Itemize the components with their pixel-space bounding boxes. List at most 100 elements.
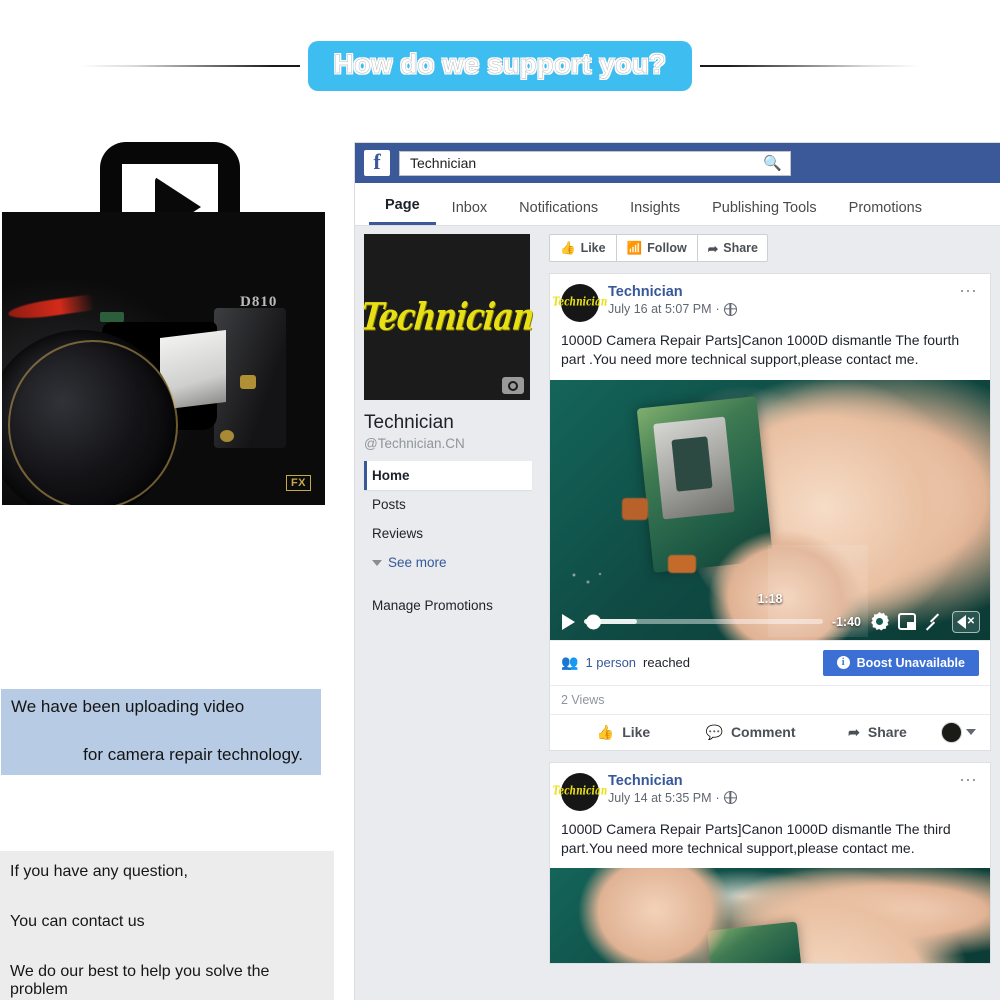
facebook-body: Technician Technician @Technician.CN Hom… <box>355 226 1000 1000</box>
post-reach-count[interactable]: 1 person <box>585 655 636 670</box>
thumbs-up-icon: 👍 <box>596 723 615 740</box>
share-page-button[interactable]: ➦ Share <box>698 235 767 261</box>
avatar <box>941 721 962 743</box>
uploading-video-note: We have been uploading video for camera … <box>1 689 321 775</box>
sidebar-item-see-more[interactable]: See more <box>364 548 532 577</box>
post-video-player[interactable]: 1:18 -1:40 ✕ <box>550 379 990 640</box>
page-action-row: 👍 Like 📶 Follow ➦ Share ··· <box>549 234 768 262</box>
page-sidebar: Technician Technician @Technician.CN Hom… <box>355 226 541 1000</box>
post-comment-label: Comment <box>730 724 796 741</box>
post-identity-switcher[interactable] <box>941 721 980 743</box>
post-author[interactable]: Technician <box>608 284 737 300</box>
post-more-options-icon[interactable]: ⋯ <box>959 771 978 789</box>
post-timestamp-row: July 14 at 5:35 PM · <box>608 791 737 805</box>
post-video-player[interactable] <box>550 868 990 964</box>
avatar[interactable]: Technician <box>553 284 607 322</box>
sidebar-item-reviews[interactable]: Reviews <box>364 519 532 548</box>
tab-insights[interactable]: Insights <box>614 200 696 225</box>
video-screws <box>568 569 608 592</box>
sidebar-item-home[interactable]: Home <box>364 461 532 490</box>
avatar-wordmark: Technician <box>552 296 608 310</box>
follow-page-button[interactable]: 📶 Follow <box>617 235 698 261</box>
chevron-down-icon <box>966 729 976 736</box>
sidebar-item-manage-promotions[interactable]: Manage Promotions <box>364 591 532 620</box>
post-card: Technician Technician July 16 at 5:07 PM… <box>549 273 991 751</box>
picture-in-picture-icon[interactable] <box>898 613 916 631</box>
settings-gear-icon[interactable] <box>870 612 889 631</box>
page-avatar-wordmark: Technician <box>358 295 536 339</box>
post-timestamp[interactable]: July 16 at 5:07 PM <box>608 302 712 316</box>
search-icon[interactable]: 🔍 <box>763 154 782 172</box>
mute-icon[interactable]: ✕ <box>952 610 980 633</box>
post-text: 1000D Camera Repair Parts]Canon 1000D di… <box>561 820 951 856</box>
chevron-down-icon <box>372 559 382 566</box>
search-bar[interactable]: 🔍 <box>399 150 791 176</box>
comment-bubble-icon: 💬 <box>705 723 723 740</box>
play-icon[interactable] <box>562 613 575 630</box>
camera-format-badge: FX <box>285 475 311 491</box>
rss-icon: 📶 <box>626 240 643 255</box>
boost-post-button[interactable]: i Boost Unavailable <box>822 649 979 676</box>
share-arrow-icon: ➦ <box>707 241 719 256</box>
post-comment-button[interactable]: 💬 Comment <box>687 724 814 741</box>
facebook-tab-bar: Page Inbox Notifications Insights Publis… <box>355 183 1000 226</box>
post-author[interactable]: Technician <box>608 773 737 789</box>
camera-gold-contact <box>240 375 256 389</box>
avatar[interactable]: Technician <box>553 772 607 811</box>
info-icon: i <box>836 656 850 670</box>
post-views: 2 Views <box>550 684 990 714</box>
video-remaining-time: -1:40 <box>831 614 861 629</box>
speaker-shape <box>956 614 966 629</box>
uploading-video-line1: We have been uploading video <box>11 697 245 716</box>
like-page-button[interactable]: 👍 Like <box>550 235 617 261</box>
share-arrow-icon: ➦ <box>848 723 860 740</box>
page-avatar[interactable]: Technician <box>359 234 535 400</box>
facebook-top-bar: f 🔍 <box>355 143 1000 183</box>
tab-page[interactable]: Page <box>369 197 436 225</box>
camera-icon[interactable] <box>502 377 524 394</box>
globe-icon <box>723 302 737 316</box>
post-header: Technician Technician July 16 at 5:07 PM… <box>550 274 990 322</box>
video-progress-bar[interactable] <box>584 614 823 630</box>
banner-rule-right <box>699 65 920 67</box>
thumbs-up-icon: 👍 <box>560 240 576 255</box>
video-progress-handle[interactable] <box>586 614 602 630</box>
post-meta: Technician July 16 at 5:07 PM · <box>608 284 737 316</box>
camera-lens-ring <box>8 340 178 505</box>
mute-x-mark: ✕ <box>966 616 976 628</box>
post-text: 1000D Camera Repair Parts]Canon 1000D di… <box>561 332 960 368</box>
sidebar-item-posts[interactable]: Posts <box>364 490 532 519</box>
post-share-label: Share <box>867 724 907 741</box>
sidebar-item-see-more-label: See more <box>388 555 447 570</box>
post-more-options-icon[interactable]: ⋯ <box>959 282 978 300</box>
page-feed: 👍 Like 📶 Follow ➦ Share ··· Technician <box>541 226 1000 1000</box>
uploading-video-line2: for camera repair technology. <box>83 745 303 764</box>
post-timestamp-row: July 16 at 5:07 PM · <box>608 302 737 316</box>
post-header: Technician Technician July 14 at 5:35 PM… <box>550 763 990 811</box>
video-orange-part-1 <box>622 497 648 520</box>
facebook-f-icon[interactable]: f <box>364 150 390 176</box>
camera-red-accent <box>7 294 95 322</box>
avatar-wordmark: Technician <box>552 785 608 799</box>
post-share-button[interactable]: ➦ Share <box>814 724 941 741</box>
boost-post-label: Boost Unavailable <box>856 655 965 670</box>
follow-page-label: Follow <box>647 241 687 255</box>
post-timestamp[interactable]: July 14 at 5:35 PM <box>608 791 712 805</box>
camera-pcb <box>100 312 124 322</box>
people-icon: 👥 <box>561 654 579 671</box>
tab-promotions[interactable]: Promotions <box>833 200 938 225</box>
expand-icon[interactable] <box>925 614 943 630</box>
search-input[interactable] <box>408 154 764 172</box>
video-metal-cutout <box>671 435 713 492</box>
post-engagement-row: 👍 Like 💬 Comment ➦ Share <box>550 713 990 750</box>
banner-rule-left <box>80 65 300 67</box>
tab-inbox[interactable]: Inbox <box>436 200 503 225</box>
sidebar-nav: Home Posts Reviews See more Manage Promo… <box>364 461 541 620</box>
tab-notifications[interactable]: Notifications <box>503 200 614 225</box>
post-like-button[interactable]: 👍 Like <box>560 724 687 741</box>
post-card: Technician Technician July 14 at 5:35 PM… <box>549 761 991 965</box>
tab-publishing-tools[interactable]: Publishing Tools <box>696 200 833 225</box>
page-handle: @Technician.CN <box>364 436 465 451</box>
camera-gold-screw <box>220 430 234 442</box>
globe-icon <box>723 791 737 805</box>
